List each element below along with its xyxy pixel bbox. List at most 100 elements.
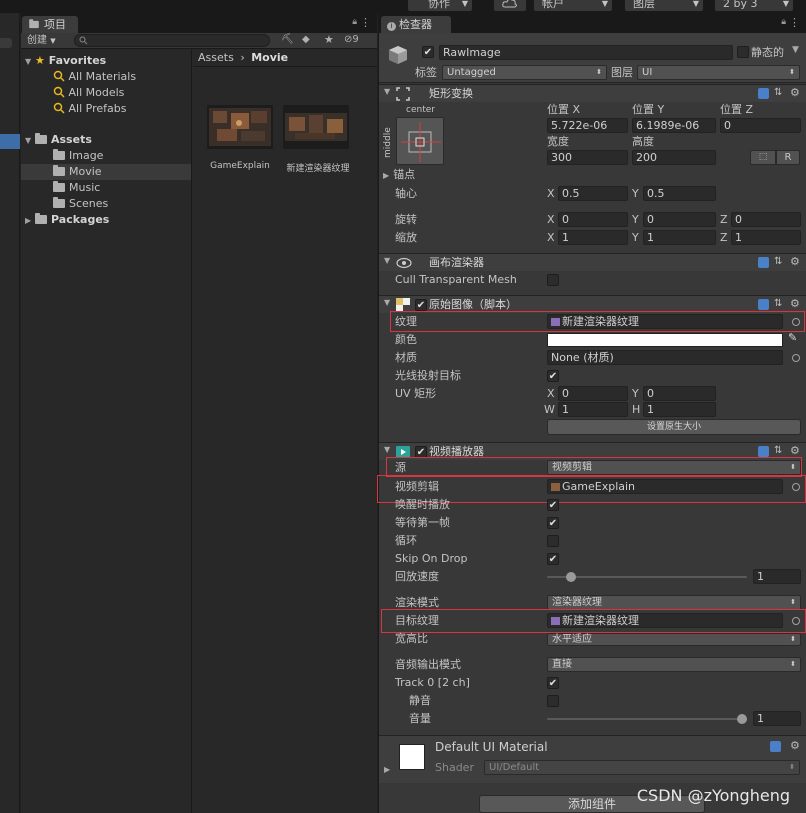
playback-speed-field[interactable]: 1	[753, 569, 801, 584]
folder-item-music[interactable]: Music	[53, 180, 100, 196]
skip-on-drop-checkbox[interactable]: ✔	[547, 553, 559, 565]
rect-transform-header[interactable]: ▼ 矩形变换 ⇅ ⚙	[379, 84, 806, 102]
color-swatch[interactable]	[547, 333, 783, 347]
eyedropper-icon[interactable]: ✎	[788, 331, 797, 344]
track-enabled-checkbox[interactable]: ✔	[547, 677, 559, 689]
uv-h-field[interactable]: 1	[643, 402, 716, 417]
panel-menu-icon[interactable]: ⋮	[789, 16, 800, 29]
raw-edit-button[interactable]: R	[776, 150, 800, 165]
layer-dropdown[interactable]: UI ⬍	[637, 65, 800, 80]
pos-y-field[interactable]: 6.1989e-06	[632, 118, 716, 133]
audio-output-mode-dropdown[interactable]: 直接 ⬍	[547, 657, 801, 672]
collab-dropdown[interactable]: 协作 ▼	[407, 0, 473, 12]
scale-z-field[interactable]: 1	[731, 230, 801, 245]
height-field[interactable]: 200	[632, 150, 716, 165]
wait-first-frame-checkbox[interactable]: ✔	[547, 517, 559, 529]
tab-inspector[interactable]: i 检查器	[381, 16, 451, 33]
preset-icon[interactable]: ⇅	[774, 257, 785, 268]
width-field[interactable]: 300	[547, 150, 628, 165]
help-icon[interactable]	[758, 88, 769, 99]
aspect-ratio-dropdown[interactable]: 水平适应 ⬍	[547, 633, 801, 646]
lock-icon[interactable]: 🔒︎	[352, 17, 357, 27]
tab-project[interactable]: 项目	[22, 16, 78, 33]
object-picker-icon[interactable]	[792, 354, 800, 362]
gear-icon[interactable]: ⚙	[790, 87, 801, 99]
uv-x-field[interactable]: 0	[558, 386, 628, 401]
anchor-preset-button[interactable]	[396, 117, 444, 165]
folder-item-movie[interactable]: Movie	[21, 164, 191, 180]
static-checkbox[interactable]	[737, 46, 749, 58]
lock-icon[interactable]: 🔒︎	[781, 17, 786, 27]
playback-speed-slider[interactable]	[547, 576, 747, 578]
search-by-type-icon[interactable]: ⛏	[281, 34, 294, 45]
packages-header[interactable]: ▶ Packages	[25, 212, 109, 228]
collapse-arrow-icon[interactable]: ▶	[384, 765, 390, 774]
layout-dropdown[interactable]: 2 by 3 ▼	[714, 0, 794, 12]
blueprint-mode-button[interactable]: ⬚	[750, 150, 776, 165]
folder-item-image[interactable]: Image	[53, 148, 103, 164]
layers-dropdown[interactable]: 图层 ▼	[624, 0, 704, 12]
asset-thumb-gameexplain[interactable]	[207, 105, 273, 149]
favorite-item[interactable]: All Prefabs	[53, 101, 126, 117]
object-name-field[interactable]: RawImage	[439, 45, 733, 60]
uv-y-field[interactable]: 0	[643, 386, 716, 401]
play-on-awake-checkbox[interactable]: ✔	[547, 499, 559, 511]
volume-field[interactable]: 1	[753, 711, 801, 726]
render-mode-dropdown[interactable]: 渲染器纹理 ⬍	[547, 595, 801, 610]
cull-transparent-checkbox[interactable]	[547, 274, 559, 286]
gear-icon[interactable]: ⚙	[790, 256, 801, 268]
rot-y-field[interactable]: 0	[643, 212, 716, 227]
pivot-x-field[interactable]: 0.5	[558, 186, 628, 201]
set-native-size-button[interactable]: 设置原生大小	[547, 419, 801, 435]
help-icon[interactable]	[758, 446, 769, 457]
cloud-button[interactable]	[493, 0, 527, 12]
tag-dropdown[interactable]: Untagged ⬍	[442, 65, 607, 80]
asset-thumb-render-texture[interactable]	[283, 105, 349, 149]
help-icon[interactable]	[758, 257, 769, 268]
preset-icon[interactable]: ⇅	[774, 299, 785, 310]
rot-x-field[interactable]: 0	[558, 212, 628, 227]
gear-icon[interactable]: ⚙	[790, 298, 801, 310]
gear-icon[interactable]: ⚙	[790, 740, 801, 752]
preset-icon[interactable]: ⇅	[774, 446, 785, 457]
assets-header[interactable]: ▼ Assets	[25, 132, 92, 148]
preset-icon[interactable]: ⇅	[774, 88, 785, 99]
volume-slider[interactable]	[547, 718, 747, 720]
favorite-item[interactable]: All Models	[53, 85, 124, 101]
rot-z-field[interactable]: 0	[731, 212, 801, 227]
active-checkbox[interactable]: ✔	[422, 46, 434, 58]
folder-item-scenes[interactable]: Scenes	[53, 196, 108, 212]
favorites-star-icon[interactable]: ★	[324, 33, 334, 46]
shader-dropdown[interactable]: UI/Default ⬍	[484, 760, 800, 775]
hierarchy-selected-row[interactable]	[0, 134, 20, 149]
raw-image-enabled-checkbox[interactable]: ✔	[415, 299, 427, 311]
playback-speed-slider-knob[interactable]	[566, 572, 576, 582]
scale-x-field[interactable]: 1	[558, 230, 628, 245]
pos-x-field[interactable]: 5.722e-06	[547, 118, 628, 133]
material-object-field[interactable]: None (材质)	[547, 350, 783, 365]
create-dropdown[interactable]: 创建 ▼	[27, 34, 56, 48]
help-icon[interactable]	[770, 741, 781, 752]
help-icon[interactable]	[758, 299, 769, 310]
scale-y-field[interactable]: 1	[643, 230, 716, 245]
uv-w-field[interactable]: 1	[558, 402, 628, 417]
account-dropdown[interactable]: 帐户 ▼	[533, 0, 613, 12]
pos-z-field[interactable]: 0	[720, 118, 801, 133]
loop-checkbox[interactable]	[547, 535, 559, 547]
raycast-target-checkbox[interactable]: ✔	[547, 370, 559, 382]
mute-checkbox[interactable]	[547, 695, 559, 707]
volume-slider-knob[interactable]	[737, 714, 747, 724]
hierarchy-search-stub[interactable]	[0, 38, 12, 48]
chevron-down-icon[interactable]: ▼	[792, 45, 799, 55]
breadcrumb-root[interactable]: Assets	[198, 51, 234, 64]
gear-icon[interactable]: ⚙	[790, 445, 801, 457]
project-search-input[interactable]	[74, 34, 270, 47]
canvas-renderer-header[interactable]: ▼ 画布渲染器 ⇅ ⚙	[379, 253, 806, 271]
pivot-y-field[interactable]: 0.5	[643, 186, 716, 201]
favorite-item[interactable]: All Materials	[53, 69, 136, 85]
hidden-packages-toggle[interactable]: ⊘9	[344, 34, 359, 45]
anchors-foldout[interactable]: ▶ 锚点	[383, 167, 415, 183]
search-by-label-icon[interactable]: ◆	[302, 34, 310, 45]
panel-menu-icon[interactable]: ⋮	[360, 16, 371, 29]
favorites-header[interactable]: ▼ ★ Favorites	[25, 53, 106, 69]
